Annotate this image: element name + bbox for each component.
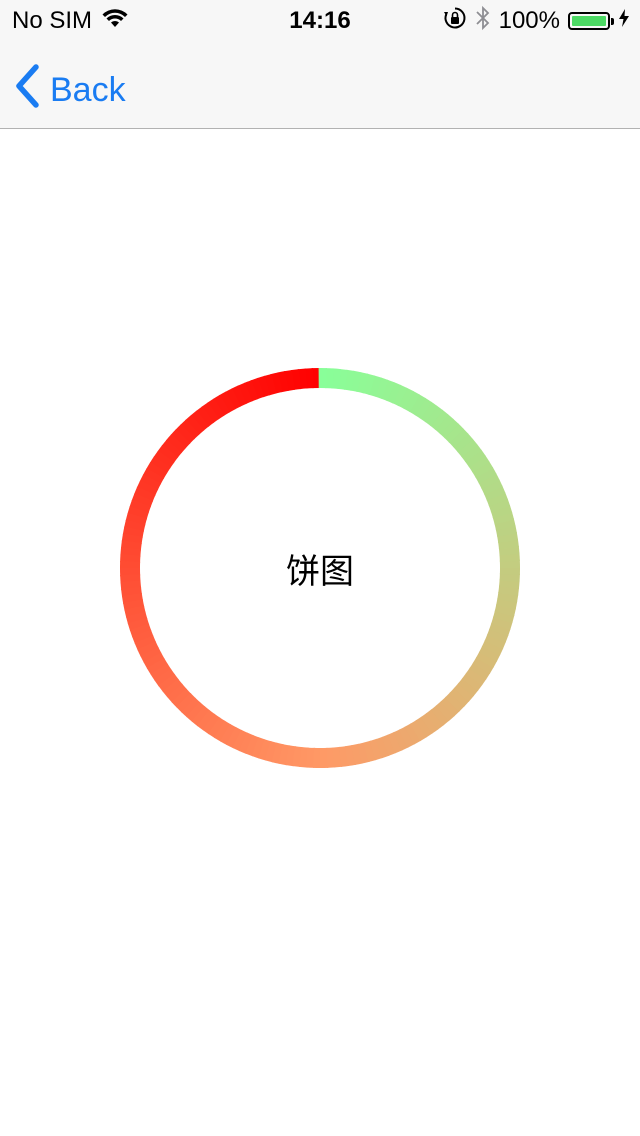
battery-tip	[611, 18, 614, 25]
chevron-left-icon	[14, 64, 40, 117]
status-bar: No SIM 14:16 100%	[0, 0, 640, 40]
charging-icon	[618, 7, 630, 35]
rotation-lock-icon	[443, 6, 467, 37]
battery-fill	[572, 16, 606, 26]
status-right: 100%	[435, 5, 630, 38]
navigation-bar: Back	[0, 40, 640, 129]
back-label: Back	[50, 71, 126, 109]
battery-percent: 100%	[498, 7, 560, 34]
screen: No SIM 14:16 100% Back 饼图	[0, 0, 640, 1136]
pie-chart: 饼图	[119, 367, 521, 769]
battery-icon	[568, 12, 614, 30]
back-button[interactable]: Back	[14, 64, 126, 117]
chart-center-label: 饼图	[286, 551, 354, 592]
bluetooth-icon	[475, 5, 491, 38]
